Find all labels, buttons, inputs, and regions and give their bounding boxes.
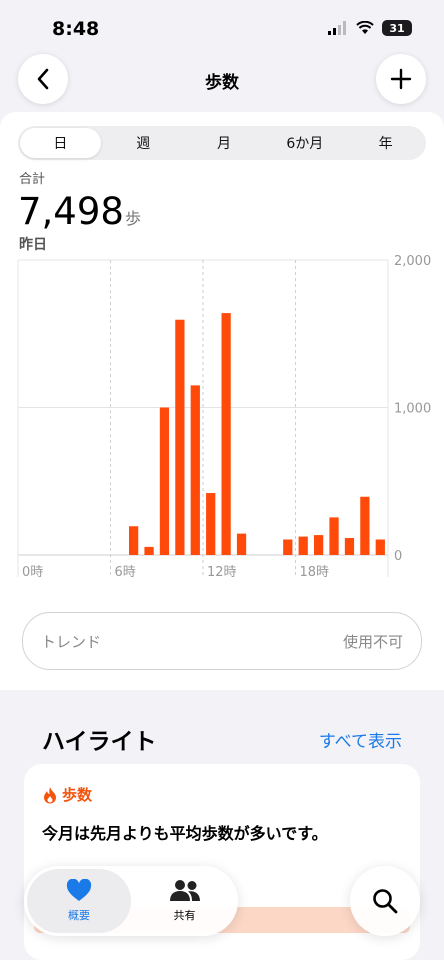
segment-week[interactable]: 週 [103, 126, 184, 160]
tab-sharing-label: 共有 [173, 909, 196, 922]
highlight-message: 今月は先月よりも平均歩数が多いです。 [42, 824, 328, 843]
trend-status: 使用不可 [342, 633, 403, 651]
segment-day[interactable]: 日 [20, 128, 101, 158]
status-icons: 31 [328, 20, 412, 36]
trend-label: トレンド [41, 633, 102, 651]
chart-bar [206, 493, 216, 555]
chart-x-tick-label: 6時 [115, 565, 136, 580]
chart-bar [175, 319, 185, 555]
chart-bar [360, 496, 370, 555]
heart-icon [66, 879, 92, 901]
status-bar: 8:48 31 [0, 0, 444, 56]
steps-unit: 歩 [125, 209, 142, 228]
chart-bar [159, 407, 170, 555]
chart-bar [283, 539, 293, 555]
chart-y-tick-label: 2,000 [394, 254, 431, 269]
people-icon [169, 880, 200, 901]
chart-bar [129, 526, 139, 555]
chart-bar [298, 536, 308, 555]
tab-overview-label: 概要 [68, 909, 90, 922]
battery-indicator: 31 [382, 20, 412, 36]
segment-month[interactable]: 月 [184, 126, 265, 160]
chart-y-tick-label: 0 [394, 549, 402, 564]
chart-bar [221, 313, 231, 555]
status-time: 8:48 [52, 18, 100, 40]
chart-bar [344, 538, 355, 555]
plus-icon [390, 68, 412, 90]
chart-x-tick-label: 18時 [300, 565, 330, 580]
total-steps-value: 7,498 [18, 190, 124, 233]
chart-y-tick-label: 1,000 [394, 402, 431, 417]
search-icon [373, 889, 398, 914]
flame-icon [44, 786, 56, 803]
segment-six-months[interactable]: 6か月 [264, 126, 345, 160]
chart-bar [190, 385, 200, 555]
chart-bar [375, 539, 385, 555]
cellular-signal-icon [328, 21, 346, 35]
chart-bar [329, 517, 339, 555]
highlight-tag: 歩数 [42, 784, 92, 805]
hourly-steps-chart[interactable]: 0時 6時 12時 18時 2,000 1,000 0 [0, 250, 444, 590]
chart-bar [314, 535, 324, 555]
wifi-icon [356, 21, 374, 34]
chart-x-tick-label: 0時 [22, 565, 43, 580]
period-segmented-control: 日 週 月 6か月 年 [18, 126, 426, 160]
show-all-link[interactable]: すべて表示 [319, 727, 402, 752]
chart-x-tick-label: 12時 [207, 565, 237, 580]
tab-bar: 概要 共有 [24, 866, 238, 936]
tab-sharing[interactable]: 共有 [131, 866, 238, 936]
tab-overview[interactable]: 概要 [27, 869, 131, 933]
highlights-heading: ハイライト [42, 729, 157, 755]
segment-year[interactable]: 年 [345, 126, 426, 160]
search-button[interactable] [350, 866, 420, 936]
chart-bar [144, 546, 154, 555]
add-button[interactable] [376, 54, 426, 104]
trend-row[interactable]: トレンド 使用不可 [22, 612, 422, 670]
navigation-bar: 歩数 [0, 52, 444, 110]
total-label: 合計 [19, 172, 46, 187]
chart-bar [236, 533, 247, 555]
highlight-tag-label: 歩数 [62, 786, 93, 804]
